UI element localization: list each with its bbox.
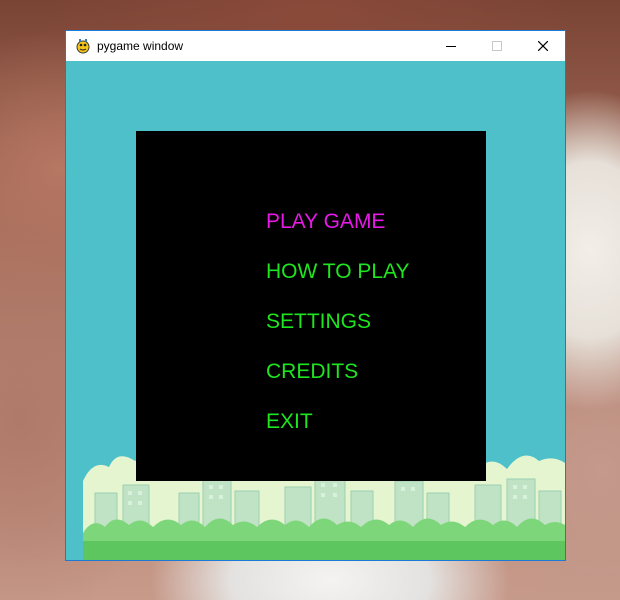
- minimize-icon: [446, 46, 456, 47]
- window-title: pygame window: [97, 39, 184, 53]
- game-surface[interactable]: PLAY GAME HOW TO PLAY SETTINGS CREDITS E…: [66, 61, 565, 560]
- title-bar[interactable]: pygame window: [66, 31, 565, 61]
- menu-item-settings[interactable]: SETTINGS: [266, 310, 371, 334]
- menu-item-how-to-play[interactable]: HOW TO PLAY: [266, 260, 410, 284]
- close-button[interactable]: [520, 31, 566, 61]
- menu-item-play-game[interactable]: PLAY GAME: [266, 210, 385, 234]
- menu-item-credits[interactable]: CREDITS: [266, 360, 358, 384]
- minimize-button[interactable]: [428, 31, 474, 61]
- menu-item-exit[interactable]: EXIT: [266, 410, 313, 434]
- maximize-button[interactable]: [474, 31, 520, 61]
- close-icon: [538, 41, 548, 51]
- pygame-snake-icon: [75, 38, 91, 54]
- maximize-icon: [492, 41, 502, 51]
- pygame-window: pygame window PLAY GAME HOW TO PLAY SETT…: [65, 30, 566, 561]
- main-menu-panel: PLAY GAME HOW TO PLAY SETTINGS CREDITS E…: [136, 131, 486, 481]
